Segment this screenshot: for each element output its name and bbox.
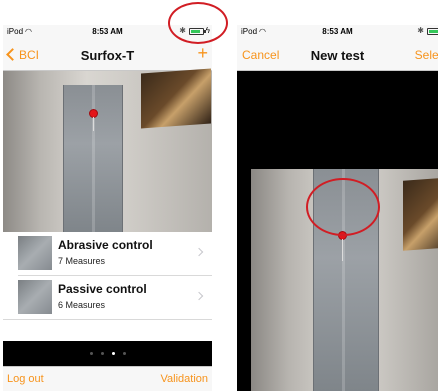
steel-plate-image <box>63 85 123 232</box>
sample-photo[interactable] <box>3 68 212 232</box>
pin-needle <box>93 117 94 131</box>
chevron-right-icon <box>194 291 204 301</box>
clock-time: 8:53 AM <box>322 27 353 36</box>
logout-button[interactable]: Log out <box>7 373 44 385</box>
select-button[interactable]: Select <box>415 48 438 62</box>
list-item-title: Passive control <box>58 282 147 296</box>
page-dot[interactable] <box>89 352 93 355</box>
chevron-right-icon <box>194 247 204 257</box>
navigation-bar: Cancel New test Select <box>237 39 438 71</box>
annotation-circle <box>168 2 228 44</box>
status-bar: iPod ◠ 8:53 AM ✱ <box>237 25 438 39</box>
list-item-subtitle: 7 Measures <box>58 256 106 266</box>
page-dot-active[interactable] <box>111 352 115 355</box>
page-indicator[interactable] <box>3 341 212 366</box>
phone-screen-surfox: iPod ◠ 8:53 AM ✱ ϟ BCI Surfox-T + Abrasiv… <box>3 25 212 391</box>
pin-needle <box>342 239 343 261</box>
page-title: Surfox-T <box>80 48 135 63</box>
list-item-subtitle: 6 Measures <box>58 300 106 310</box>
page-dot[interactable] <box>100 352 104 355</box>
divider <box>3 319 212 320</box>
page-title: New test <box>310 48 365 63</box>
thumbnail-image <box>18 236 52 270</box>
thumbnail-image <box>18 280 52 314</box>
page-dot[interactable] <box>122 352 126 355</box>
card-image <box>141 68 211 129</box>
screenshot-canvas: iPod ◠ 8:53 AM ✱ ϟ BCI Surfox-T + Abrasiv… <box>0 0 438 391</box>
card-image <box>403 177 438 251</box>
list-item[interactable]: Passive control 6 Measures <box>3 276 212 319</box>
list-item[interactable]: Abrasive control 7 Measures <box>3 232 212 275</box>
validation-button[interactable]: Validation <box>161 373 209 385</box>
annotation-circle <box>306 178 380 236</box>
bottom-toolbar: Log out Validation <box>3 366 212 391</box>
battery-icon <box>427 28 438 35</box>
add-button[interactable]: + <box>197 44 208 62</box>
bluetooth-icon: ✱ <box>417 26 424 35</box>
list-item-title: Abrasive control <box>58 238 153 252</box>
navigation-bar: BCI Surfox-T + <box>3 39 212 71</box>
